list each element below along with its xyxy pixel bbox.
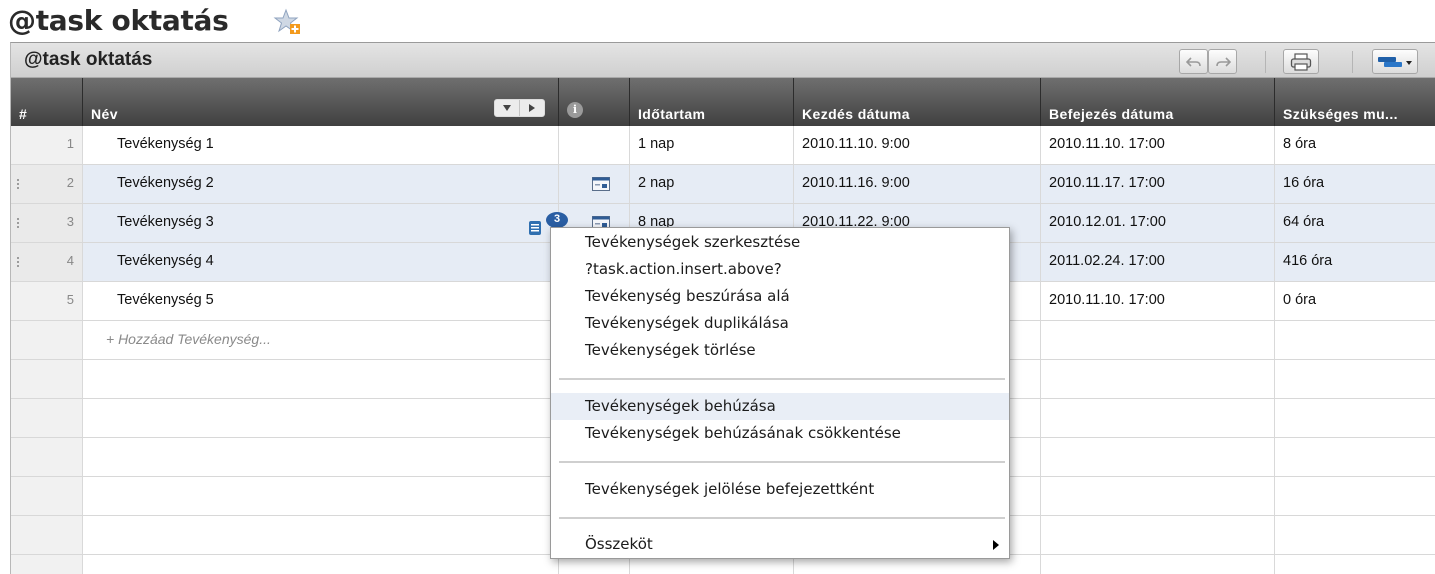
- collapse-arrow-icon[interactable]: [495, 100, 519, 116]
- menu-item-insert-below[interactable]: Tevékenység beszúrása alá: [551, 283, 1009, 310]
- redo-icon: [1215, 56, 1231, 67]
- name-cell: [83, 516, 559, 554]
- menu-item-mark-complete[interactable]: Tevékenységek jelölése befejezettként: [551, 476, 1009, 503]
- column-header-duration[interactable]: Időtartam: [630, 78, 794, 126]
- undo-button[interactable]: [1179, 49, 1208, 74]
- name-cell: [83, 360, 559, 398]
- menu-item-link[interactable]: Összeköt: [551, 531, 1009, 558]
- start-date-cell[interactable]: 2010.11.10. 9:00: [794, 126, 1041, 164]
- column-header-start-date[interactable]: Kezdés dátuma: [794, 78, 1041, 126]
- end-date-cell[interactable]: 2010.12.01. 17:00: [1041, 204, 1275, 242]
- name-cell[interactable]: Tevékenység 3: [83, 204, 559, 242]
- gantt-view-icon: [1378, 56, 1412, 67]
- row-number-cell: [11, 477, 83, 515]
- duration-cell[interactable]: 2 nap: [630, 165, 794, 203]
- print-button[interactable]: [1283, 49, 1319, 74]
- menu-item-link-label: Összeköt: [585, 535, 653, 553]
- end-date-cell: [1041, 321, 1275, 359]
- undo-icon: [1185, 56, 1201, 67]
- table-row[interactable]: 2 Tevékenység 2 2 nap 2010.11.16. 9:00 2…: [11, 165, 1435, 204]
- duration-cell[interactable]: 1 nap: [630, 126, 794, 164]
- name-cell: [83, 438, 559, 476]
- name-cell[interactable]: Tevékenység 2: [83, 165, 559, 203]
- name-cell[interactable]: Tevékenység 4: [83, 243, 559, 281]
- drag-handle[interactable]: [17, 218, 19, 228]
- end-date-cell[interactable]: 2010.11.17. 17:00: [1041, 165, 1275, 203]
- panel-header: @task oktatás: [11, 43, 1435, 78]
- page-title: @task oktatás: [8, 4, 229, 37]
- drag-handle[interactable]: [17, 257, 19, 267]
- column-header-info[interactable]: [559, 78, 630, 126]
- row-number-cell: [11, 360, 83, 398]
- column-header-work[interactable]: Szükséges mu...: [1275, 78, 1435, 126]
- expand-arrow-icon[interactable]: [519, 100, 544, 116]
- row-number-cell: 5: [11, 282, 83, 320]
- panel-title: @task oktatás: [24, 49, 153, 70]
- column-header-end-date[interactable]: Befejezés dátuma: [1041, 78, 1275, 126]
- work-cell: [1275, 321, 1435, 359]
- star-add-icon[interactable]: [273, 7, 303, 37]
- menu-item-insert-above[interactable]: ?task.action.insert.above?: [551, 256, 1009, 283]
- start-date-cell[interactable]: 2010.11.16. 9:00: [794, 165, 1041, 203]
- end-date-cell: [1041, 399, 1275, 437]
- end-date-cell[interactable]: 2010.11.10. 17:00: [1041, 126, 1275, 164]
- info-cell[interactable]: [559, 126, 630, 164]
- end-date-cell: [1041, 516, 1275, 554]
- toolbar-divider: [1265, 51, 1266, 73]
- end-date-cell[interactable]: 2011.02.24. 17:00: [1041, 243, 1275, 281]
- name-column-nav[interactable]: [494, 99, 545, 117]
- menu-separator: [559, 517, 1005, 519]
- menu-item-edit-tasks[interactable]: Tevékenységek szerkesztése: [551, 229, 1009, 256]
- name-cell: [83, 555, 559, 574]
- grid-header: # Név i Időtartam Kezdés dátuma Befejezé…: [11, 78, 1435, 126]
- menu-item-outdent-tasks[interactable]: Tevékenységek behúzásának csökkentése: [551, 420, 1009, 447]
- row-number-cell: [11, 516, 83, 554]
- work-cell[interactable]: 64 óra: [1275, 204, 1435, 242]
- end-date-cell[interactable]: 2010.11.10. 17:00: [1041, 282, 1275, 320]
- column-header-name[interactable]: Név: [83, 78, 559, 126]
- row-number-cell: [11, 438, 83, 476]
- name-cell: [83, 399, 559, 437]
- menu-separator: [559, 378, 1005, 380]
- menu-item-duplicate-tasks[interactable]: Tevékenységek duplikálása: [551, 310, 1009, 337]
- row-number-cell: 3: [11, 204, 83, 242]
- name-cell[interactable]: Tevékenység 1: [83, 126, 559, 164]
- row-number-cell: [11, 399, 83, 437]
- name-cell[interactable]: Tevékenység 5: [83, 282, 559, 320]
- end-date-cell: [1041, 360, 1275, 398]
- row-number-cell: 2: [11, 165, 83, 203]
- row-number-cell: [11, 321, 83, 359]
- print-icon: [1290, 52, 1312, 71]
- work-cell[interactable]: 16 óra: [1275, 165, 1435, 203]
- work-cell[interactable]: 416 óra: [1275, 243, 1435, 281]
- end-date-cell: [1041, 438, 1275, 476]
- table-row[interactable]: 1 Tevékenység 1 1 nap 2010.11.10. 9:00 2…: [11, 126, 1435, 165]
- menu-separator: [559, 461, 1005, 463]
- submenu-arrow-icon: [993, 540, 999, 550]
- column-header-number[interactable]: #: [11, 78, 83, 126]
- drag-handle[interactable]: [17, 179, 19, 189]
- work-cell[interactable]: 8 óra: [1275, 126, 1435, 164]
- row-number-cell: [11, 555, 83, 574]
- menu-item-indent-tasks[interactable]: Tevékenységek behúzása: [551, 393, 1009, 420]
- end-date-cell: [1041, 477, 1275, 515]
- context-menu: Tevékenységek szerkesztése ?task.action.…: [550, 227, 1010, 559]
- row-number-cell: 4: [11, 243, 83, 281]
- calendar-icon[interactable]: [592, 177, 610, 191]
- gantt-view-button[interactable]: [1372, 49, 1418, 74]
- end-date-cell: [1041, 555, 1275, 574]
- toolbar-divider: [1352, 51, 1353, 73]
- row-number-cell: 1: [11, 126, 83, 164]
- work-cell[interactable]: 0 óra: [1275, 282, 1435, 320]
- name-cell: [83, 477, 559, 515]
- menu-item-delete-tasks[interactable]: Tevékenységek törlése: [551, 337, 1009, 364]
- redo-button[interactable]: [1208, 49, 1237, 74]
- add-task-link[interactable]: + Hozzáad Tevékenység...: [106, 321, 271, 357]
- notes-icon: [529, 221, 541, 235]
